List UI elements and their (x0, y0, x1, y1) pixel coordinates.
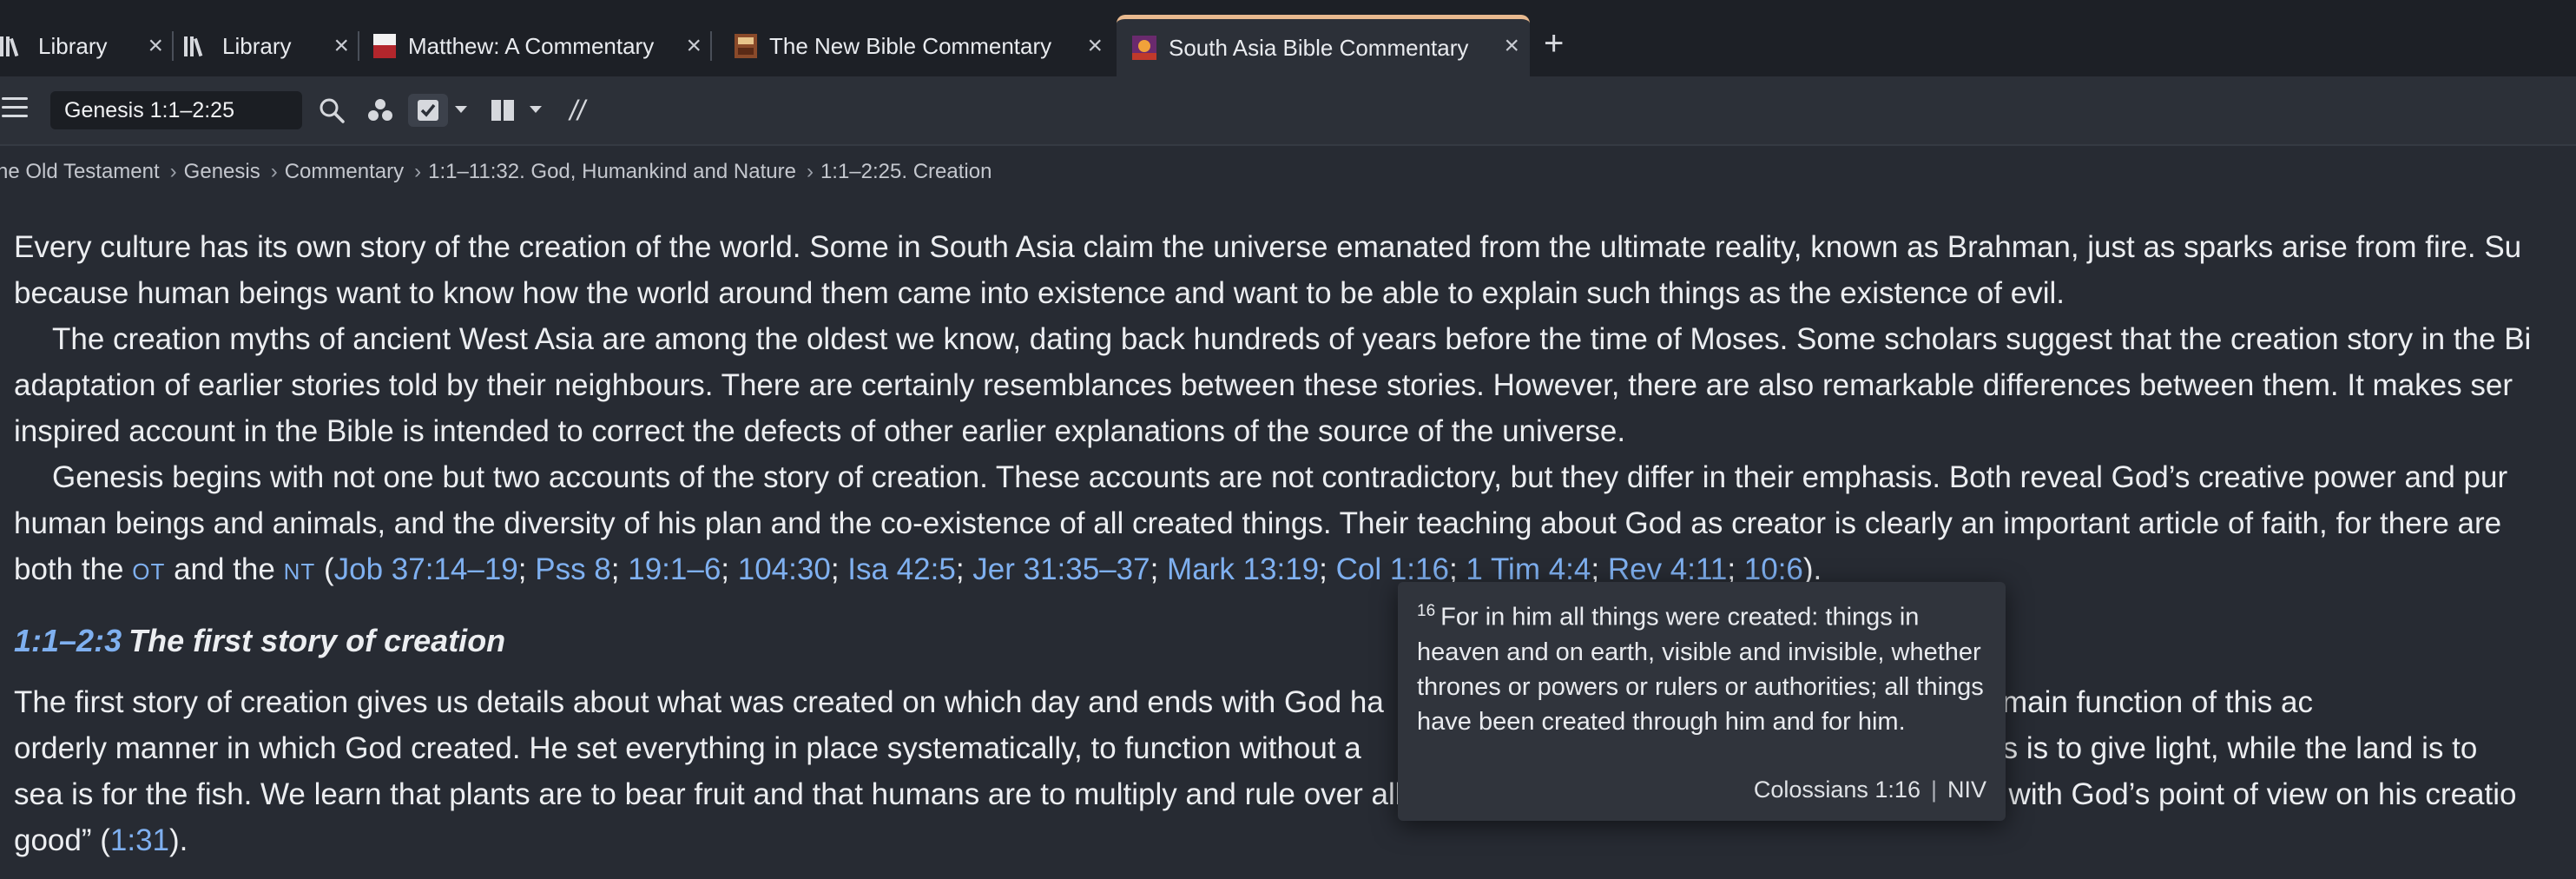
menu-icon[interactable] (2, 97, 28, 118)
close-icon[interactable]: × (333, 31, 349, 61)
close-icon[interactable]: × (148, 31, 163, 61)
panel-layout-icon[interactable] (488, 94, 517, 127)
paragraph-line: inspired account in the Bible is intende… (14, 414, 1626, 448)
chevron-right-icon: › (169, 160, 177, 183)
book-cover-icon (735, 34, 757, 58)
tab-bar: Library × Library × Matthew: A Commentar… (0, 0, 2576, 76)
paragraph-line: adaptation of earlier stories told by th… (14, 368, 2513, 402)
new-testament-abbr: NT (283, 558, 316, 585)
parallel-resources-button[interactable]: // (563, 94, 592, 127)
tab-label: South Asia Bible Commentary (1169, 34, 1469, 61)
breadcrumb: he Old Testament › Genesis › Commentary › 1:1–… (0, 160, 992, 184)
paragraph-line: orderly manner in which God created. He … (14, 731, 2478, 765)
section-heading: 1:1–2:3 The first story of creation (14, 618, 2576, 664)
verse-reference[interactable]: Colossians 1:16 (1754, 777, 1920, 803)
new-tab-button[interactable]: + (1544, 26, 1564, 61)
tab-matthew-commentary[interactable]: Matthew: A Commentary × (359, 16, 712, 76)
bible-reference-link[interactable]: Jer 31:35–37 (972, 552, 1150, 586)
book-cover-icon (373, 34, 396, 58)
chevron-right-icon: › (806, 160, 814, 183)
breadcrumb-item[interactable]: Commentary (285, 160, 404, 183)
close-icon[interactable]: × (1504, 31, 1519, 61)
section-reference-link[interactable]: 1:1–2:3 (14, 623, 122, 658)
old-testament-abbr: OT (132, 558, 166, 585)
paragraph-line: good” (1:31). (14, 823, 188, 857)
library-icon (184, 34, 210, 58)
paragraph-line: The creation myths of ancient West Asia … (52, 322, 2532, 356)
chevron-right-icon: › (270, 160, 278, 183)
bible-reference-link[interactable]: 19:1–6 (628, 552, 721, 586)
bible-reference-link[interactable]: Pss 8 (535, 552, 611, 586)
checklist-icon (418, 100, 438, 121)
paragraph-line: because human beings want to know how th… (14, 276, 2065, 310)
commentary-body: Every culture has its own story of the c… (14, 224, 2576, 863)
library-icon (0, 34, 26, 58)
breadcrumb-item[interactable]: Genesis (184, 160, 260, 183)
paragraph-line: Every culture has its own story of the c… (14, 230, 2522, 264)
tab-library-2[interactable]: Library × (174, 16, 359, 76)
breadcrumb-item[interactable]: 1:1–11:32. God, Humankind and Nature (428, 160, 796, 183)
bible-reference-link[interactable]: Job 37:14–19 (334, 552, 518, 586)
section-title: The first story of creation (128, 623, 506, 658)
tab-label: Library (222, 32, 292, 59)
people-icon[interactable] (365, 94, 396, 127)
tab-label: Matthew: A Commentary (408, 32, 655, 59)
toolbar: // (0, 76, 2576, 146)
breadcrumb-item[interactable]: he Old Testament (0, 160, 160, 183)
tab-label: Library (38, 32, 108, 59)
search-icon[interactable] (316, 94, 347, 127)
bible-reference-link[interactable]: Mark 13:19 (1167, 552, 1319, 586)
paragraph-line: human beings and animals, and the divers… (14, 506, 2502, 540)
bible-reference-link[interactable]: 104:30 (738, 552, 831, 586)
breadcrumb-item[interactable]: 1:1–2:25. Creation (820, 160, 992, 183)
paragraph-line: both the OT and the NT (Job 37:14–19; Ps… (14, 552, 1822, 586)
bible-version[interactable]: NIV (1947, 777, 1986, 803)
bible-reference-link[interactable]: 1:31 (110, 823, 169, 857)
tab-label: The New Bible Commentary (769, 32, 1052, 59)
paragraph-line: The first story of creation gives us det… (14, 685, 2313, 719)
tab-south-asia-bible-commentary[interactable]: South Asia Bible Commentary × (1117, 15, 1530, 76)
close-icon[interactable]: × (686, 31, 702, 61)
reference-input[interactable] (50, 91, 302, 129)
chevron-right-icon: › (414, 160, 422, 183)
verse-popup[interactable]: 16 For in him all things were created: th… (1398, 582, 2006, 821)
verse-popup-footer: Colossians 1:16 | NIV (1753, 777, 1986, 803)
chevron-down-icon[interactable] (453, 94, 469, 127)
tab-library-1[interactable]: Library × (0, 16, 174, 76)
book-cover-icon (1132, 36, 1156, 60)
visual-filter-button[interactable] (408, 94, 448, 127)
close-icon[interactable]: × (1087, 31, 1103, 61)
chevron-down-icon[interactable] (528, 94, 544, 127)
paragraph-line: sea is for the fish. We learn that plant… (14, 777, 2517, 811)
paragraph-line: Genesis begins with not one but two acco… (52, 460, 2508, 494)
verse-text: For in him all things were created: thin… (1417, 603, 1984, 736)
verse-number: 16 (1417, 602, 1436, 620)
bible-reference-link[interactable]: Isa 42:5 (847, 552, 956, 586)
tab-new-bible-commentary[interactable]: The New Bible Commentary × (712, 16, 1113, 76)
verse-text-block: 16 For in him all things were created: th… (1417, 594, 1990, 739)
